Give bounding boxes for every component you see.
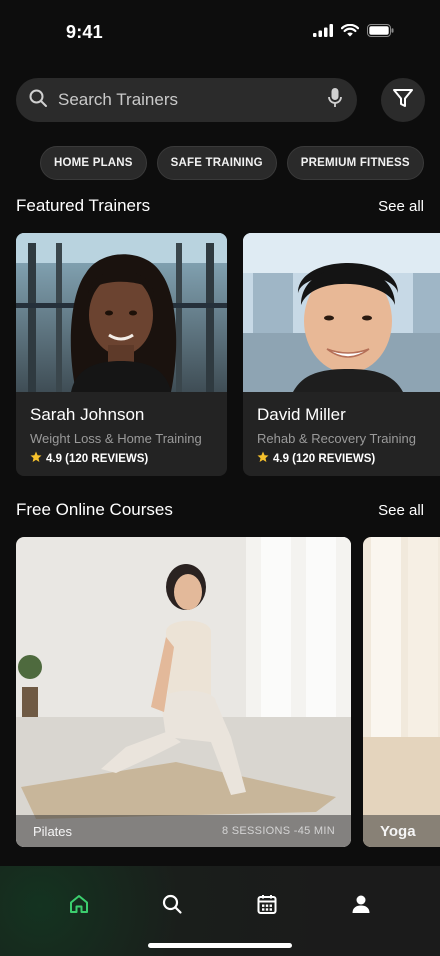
home-icon — [68, 893, 90, 920]
home-indicator[interactable] — [148, 943, 292, 948]
search-placeholder: Search Trainers — [58, 90, 178, 109]
course-footer: Yoga — [363, 815, 440, 847]
nav-calendar[interactable] — [255, 894, 279, 918]
featured-trainers-header: Featured Trainers See all — [16, 196, 424, 216]
search-icon — [161, 893, 183, 920]
nav-home[interactable] — [67, 894, 91, 918]
course-footer: Pilates 8 SESSIONS -45 MIN — [16, 815, 351, 847]
calendar-icon — [256, 893, 278, 920]
featured-see-all-link[interactable]: See all — [378, 198, 424, 215]
wifi-icon — [340, 23, 360, 42]
trainer-rating: 4.9 (120 REVIEWS) — [257, 451, 440, 466]
course-card[interactable]: Pilates 8 SESSIONS -45 MIN — [16, 537, 351, 847]
trainer-photo — [16, 233, 227, 392]
star-icon — [30, 451, 42, 466]
courses-see-all-link[interactable]: See all — [378, 502, 424, 519]
trainer-rating: 4.9 (120 REVIEWS) — [30, 451, 213, 466]
chip-safe-training[interactable]: SAFE TRAINING — [156, 146, 277, 180]
trainer-card[interactable]: Sarah Johnson Weight Loss & Home Trainin… — [16, 233, 227, 476]
status-time: 9:41 — [66, 22, 103, 42]
microphone-icon[interactable] — [327, 87, 343, 114]
cellular-signal-icon — [313, 24, 333, 42]
nav-search[interactable] — [160, 894, 184, 918]
course-photo — [16, 537, 351, 847]
trainer-name: David Miller — [257, 405, 346, 424]
courses-title: Free Online Courses — [16, 500, 173, 519]
filter-icon — [392, 87, 414, 114]
nav-profile[interactable] — [349, 894, 373, 918]
chip-premium-fitness[interactable]: PREMIUM FITNESS — [286, 146, 424, 180]
featured-trainers-title: Featured Trainers — [16, 196, 151, 215]
course-card[interactable]: Yoga — [363, 537, 440, 847]
search-input[interactable]: Search Trainers — [16, 78, 357, 122]
status-bar: 9:41 — [0, 0, 440, 64]
courses-header: Free Online Courses See all — [16, 500, 424, 520]
trainer-name: Sarah Johnson — [30, 405, 145, 424]
course-photo — [363, 537, 440, 847]
course-meta: 8 SESSIONS -45 MIN — [222, 825, 335, 837]
course-name: Pilates — [33, 823, 73, 839]
trainer-card[interactable]: David Miller Rehab & Recovery Training 4… — [243, 233, 440, 476]
trainer-photo — [243, 233, 440, 392]
chip-home-plans[interactable]: HOME PLANS — [40, 146, 147, 180]
profile-icon — [350, 893, 372, 920]
filter-button[interactable] — [381, 78, 425, 122]
course-name: Yoga — [380, 822, 416, 840]
trainer-specialty: Rehab & Recovery Training — [257, 431, 416, 446]
search-icon — [28, 88, 48, 113]
status-icons — [313, 23, 394, 42]
rating-text: 4.9 (120 REVIEWS) — [273, 452, 376, 465]
battery-icon — [367, 24, 394, 42]
rating-text: 4.9 (120 REVIEWS) — [46, 452, 149, 465]
category-chips: HOME PLANS SAFE TRAINING PREMIUM FITNESS — [40, 146, 424, 180]
star-icon — [257, 451, 269, 466]
trainer-specialty: Weight Loss & Home Training — [30, 431, 202, 446]
